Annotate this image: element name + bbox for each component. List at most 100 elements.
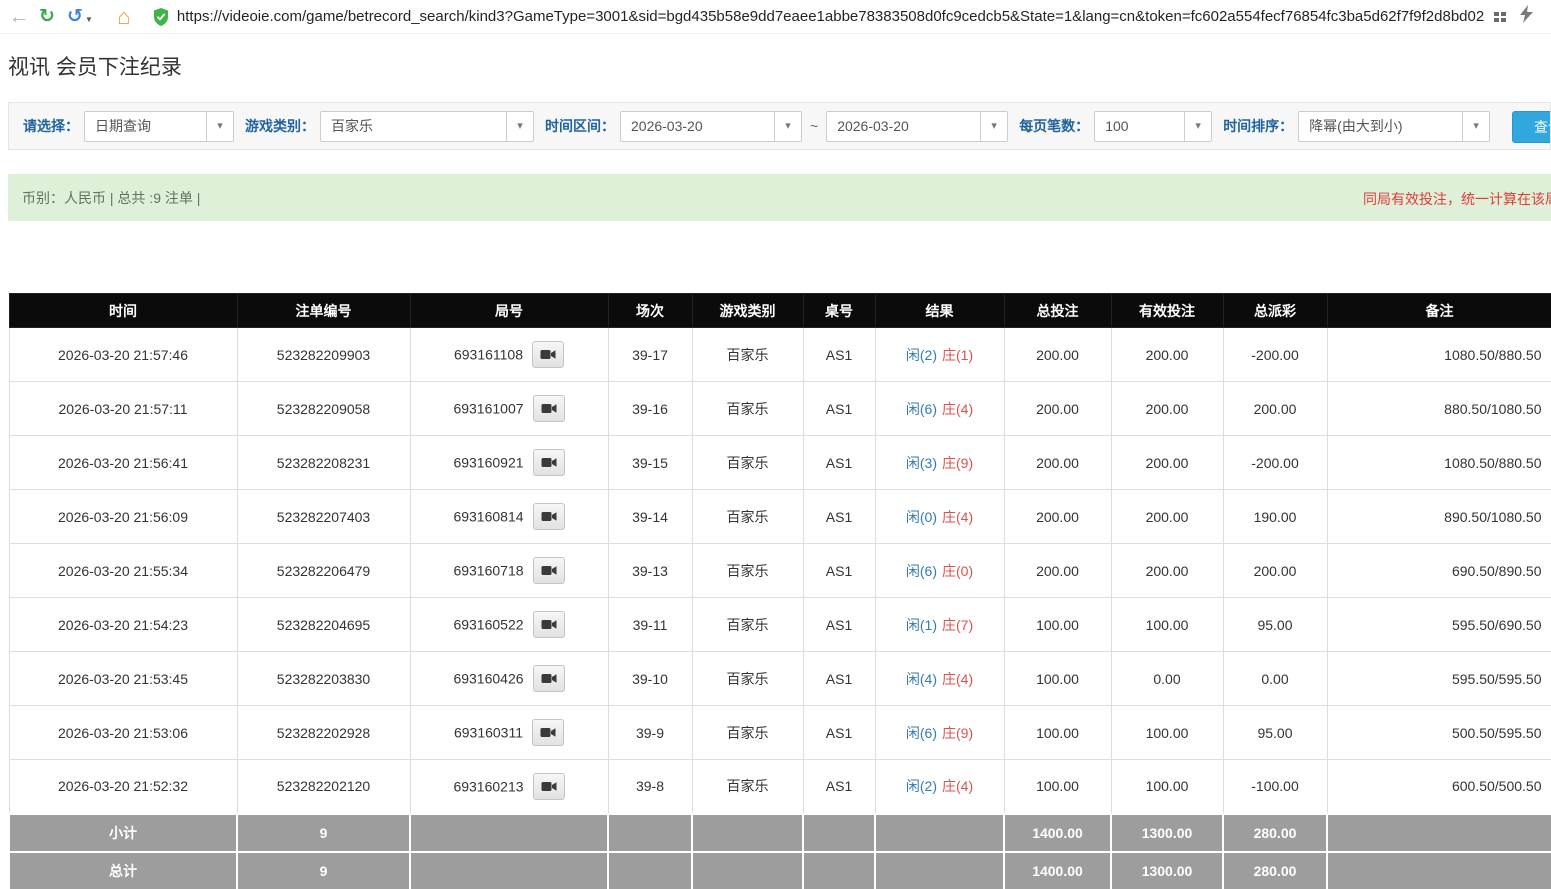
video-replay-button[interactable] <box>533 503 565 530</box>
result-player: 闲(3) <box>906 455 937 471</box>
video-replay-button[interactable] <box>533 449 565 476</box>
range-separator: ~ <box>810 118 818 134</box>
home-button[interactable]: ⌂ <box>111 4 137 30</box>
sort-select[interactable]: 降幂(由大到小) ▾ <box>1298 111 1490 142</box>
cell-game-type: 百家乐 <box>692 328 803 382</box>
date-from-select[interactable]: 2026-03-20 ▾ <box>620 111 802 142</box>
cell-round: 693160213 <box>410 760 608 814</box>
address-bar[interactable]: https://videoie.com/game/betrecord_searc… <box>149 3 1545 31</box>
cell-bet-id: 523282202120 <box>237 760 410 814</box>
chevron-down-icon: ▾ <box>517 121 523 132</box>
cell-bet-id: 523282202928 <box>237 706 410 760</box>
cell-total-bet[interactable]: 200.00 <box>1004 328 1111 382</box>
cell-time: 2026-03-20 21:52:32 <box>9 760 237 814</box>
grand-total-valid-bet: 1300.00 <box>1111 852 1223 889</box>
empty-cell <box>692 852 803 889</box>
date-from-caret-button[interactable]: ▾ <box>774 112 801 141</box>
empty-cell <box>410 852 608 889</box>
cell-round: 693160921 <box>410 436 608 490</box>
result-banker: 庄(1) <box>942 347 973 363</box>
search-button[interactable]: 查询 <box>1512 111 1551 143</box>
cell-total-bet[interactable]: 200.00 <box>1004 544 1111 598</box>
video-replay-button[interactable] <box>533 557 565 584</box>
subtotal-valid-bet: 1300.00 <box>1111 814 1223 852</box>
cell-valid-bet: 200.00 <box>1111 382 1223 436</box>
video-replay-button[interactable] <box>532 719 564 746</box>
cell-game-type: 百家乐 <box>692 436 803 490</box>
cell-total-bet[interactable]: 200.00 <box>1004 490 1111 544</box>
back-button[interactable]: ← <box>6 4 32 30</box>
game-type-select[interactable]: 百家乐 ▾ <box>320 111 534 142</box>
cell-game-type: 百家乐 <box>692 382 803 436</box>
col-header-game-type: 游戏类别 <box>692 294 803 328</box>
cell-bet-id: 523282208231 <box>237 436 410 490</box>
result-banker: 庄(9) <box>942 725 973 741</box>
table-row: 2026-03-20 21:53:06 523282202928 6931603… <box>9 706 1551 760</box>
date-to-select[interactable]: 2026-03-20 ▾ <box>826 111 1008 142</box>
col-header-round: 局号 <box>410 294 608 328</box>
cell-time: 2026-03-20 21:53:06 <box>9 706 237 760</box>
empty-cell <box>875 852 1004 889</box>
empty-cell <box>410 814 608 852</box>
lightning-icon[interactable] <box>1520 5 1533 28</box>
cell-payout: 190.00 <box>1223 490 1327 544</box>
game-type-caret-button[interactable]: ▾ <box>506 112 533 141</box>
result-player: 闲(0) <box>906 509 937 525</box>
cell-table-no: AS1 <box>803 706 875 760</box>
round-number: 693160814 <box>453 509 523 525</box>
cell-total-bet[interactable]: 200.00 <box>1004 382 1111 436</box>
security-shield-icon <box>153 8 169 26</box>
date-to-caret-button[interactable]: ▾ <box>980 112 1007 141</box>
cell-total-bet[interactable]: 100.00 <box>1004 760 1111 814</box>
video-replay-button[interactable] <box>533 395 565 422</box>
cell-total-bet[interactable]: 200.00 <box>1004 436 1111 490</box>
page-size-select[interactable]: 100 ▾ <box>1094 111 1212 142</box>
result-player: 闲(2) <box>906 778 937 794</box>
cell-round: 693160718 <box>410 544 608 598</box>
cell-note: 690.50/890.50 <box>1327 544 1551 598</box>
cell-table-no: AS1 <box>803 760 875 814</box>
cell-round: 693161007 <box>410 382 608 436</box>
cell-total-bet[interactable]: 100.00 <box>1004 652 1111 706</box>
result-banker: 庄(7) <box>942 617 973 633</box>
cell-total-bet[interactable]: 100.00 <box>1004 598 1111 652</box>
cell-bet-id: 523282203830 <box>237 652 410 706</box>
sort-value: 降幂(由大到小) <box>1299 116 1462 136</box>
chevron-down-icon: ▾ <box>1473 121 1479 132</box>
refresh-icon: ↻ <box>39 7 55 26</box>
cell-session: 39-13 <box>608 544 692 598</box>
game-type-label: 游戏类别： <box>245 116 315 136</box>
video-camera-icon <box>540 349 556 360</box>
grand-total-total-bet: 1400.00 <box>1004 852 1111 889</box>
video-replay-button[interactable] <box>533 773 565 800</box>
round-number: 693161007 <box>453 401 523 417</box>
video-replay-button[interactable] <box>532 341 564 368</box>
query-type-caret-button[interactable]: ▾ <box>206 112 233 141</box>
cell-session: 39-8 <box>608 760 692 814</box>
subtotal-payout: 280.00 <box>1223 814 1327 852</box>
video-replay-button[interactable] <box>533 611 565 638</box>
table-row: 2026-03-20 21:56:09 523282207403 6931608… <box>9 490 1551 544</box>
page-size-caret-button[interactable]: ▾ <box>1184 112 1211 141</box>
extensions-grid-icon[interactable] <box>1494 12 1506 22</box>
video-camera-icon <box>541 673 557 684</box>
col-header-valid-bet: 有效投注 <box>1111 294 1223 328</box>
cell-note: 1080.50/880.50 <box>1327 436 1551 490</box>
sort-caret-button[interactable]: ▾ <box>1462 112 1489 141</box>
table-row: 2026-03-20 21:57:46 523282209903 6931611… <box>9 328 1551 382</box>
cell-note: 500.50/595.50 <box>1327 706 1551 760</box>
refresh-button[interactable]: ↻ <box>34 4 60 30</box>
cell-table-no: AS1 <box>803 544 875 598</box>
cell-total-bet[interactable]: 100.00 <box>1004 706 1111 760</box>
table-row: 2026-03-20 21:53:45 523282203830 6931604… <box>9 652 1551 706</box>
cell-game-type: 百家乐 <box>692 598 803 652</box>
cell-round: 693160814 <box>410 490 608 544</box>
undo-dropdown-caret-icon[interactable]: ▼ <box>85 15 93 24</box>
round-number: 693160311 <box>454 725 523 741</box>
query-type-select[interactable]: 日期查询 ▾ <box>84 111 234 142</box>
cell-bet-id: 523282204695 <box>237 598 410 652</box>
video-replay-button[interactable] <box>533 665 565 692</box>
cell-game-type: 百家乐 <box>692 652 803 706</box>
table-row: 2026-03-20 21:56:41 523282208231 6931609… <box>9 436 1551 490</box>
empty-cell <box>692 814 803 852</box>
